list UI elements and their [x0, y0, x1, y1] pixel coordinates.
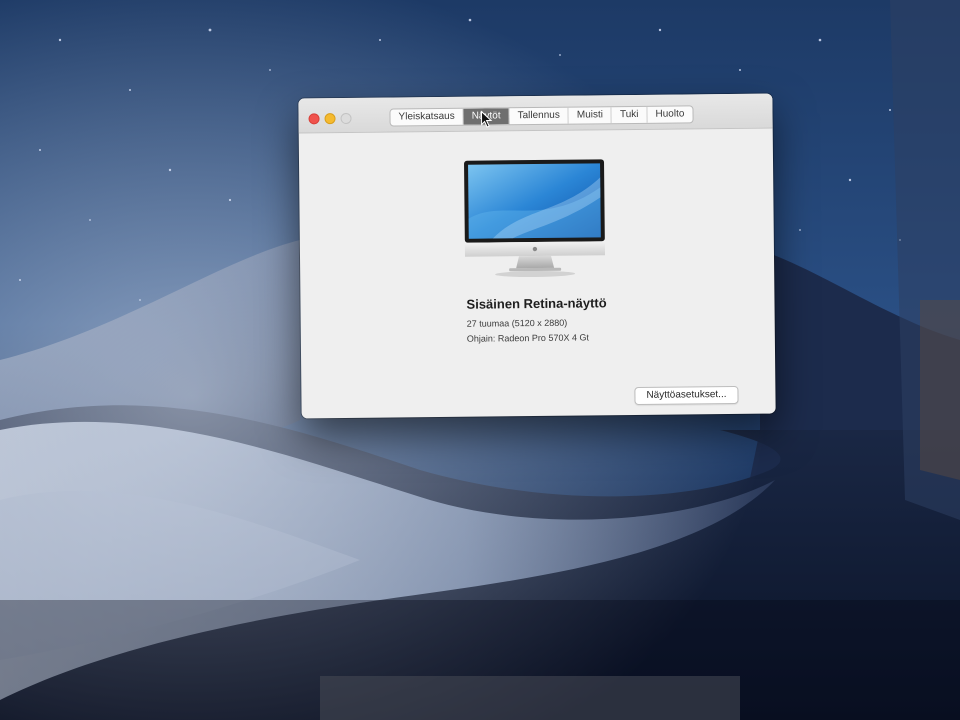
- tab-service[interactable]: Huolto: [647, 106, 692, 122]
- mouse-pointer-icon: [480, 110, 493, 128]
- about-this-mac-window: Yleiskatsaus Näytöt Tallennus Muisti Tuk…: [298, 93, 776, 419]
- tab-bar: Yleiskatsaus Näytöt Tallennus Muisti Tuk…: [389, 105, 694, 127]
- tab-memory[interactable]: Muisti: [568, 107, 613, 124]
- minimize-button[interactable]: [324, 113, 336, 125]
- tab-support[interactable]: Tuki: [611, 106, 648, 124]
- title-bar[interactable]: Yleiskatsaus Näytöt Tallennus Muisti Tuk…: [298, 93, 773, 134]
- imac-display-icon: [464, 159, 605, 278]
- display-size-text: 27 tuumaa (5120 x 2880): [466, 317, 568, 329]
- display-name: Sisäinen Retina-näyttö: [466, 295, 607, 312]
- display-settings-button[interactable]: Näyttöasetukset...: [634, 385, 739, 405]
- desktop: Yleiskatsaus Näytöt Tallennus Muisti Tuk…: [0, 0, 960, 720]
- tab-overview[interactable]: Yleiskatsaus: [390, 108, 464, 126]
- close-button[interactable]: [308, 113, 320, 125]
- display-gpu-text: Ohjain: Radeon Pro 570X 4 Gt: [466, 332, 589, 344]
- tab-storage[interactable]: Tallennus: [509, 107, 569, 125]
- zoom-button[interactable]: [340, 112, 352, 125]
